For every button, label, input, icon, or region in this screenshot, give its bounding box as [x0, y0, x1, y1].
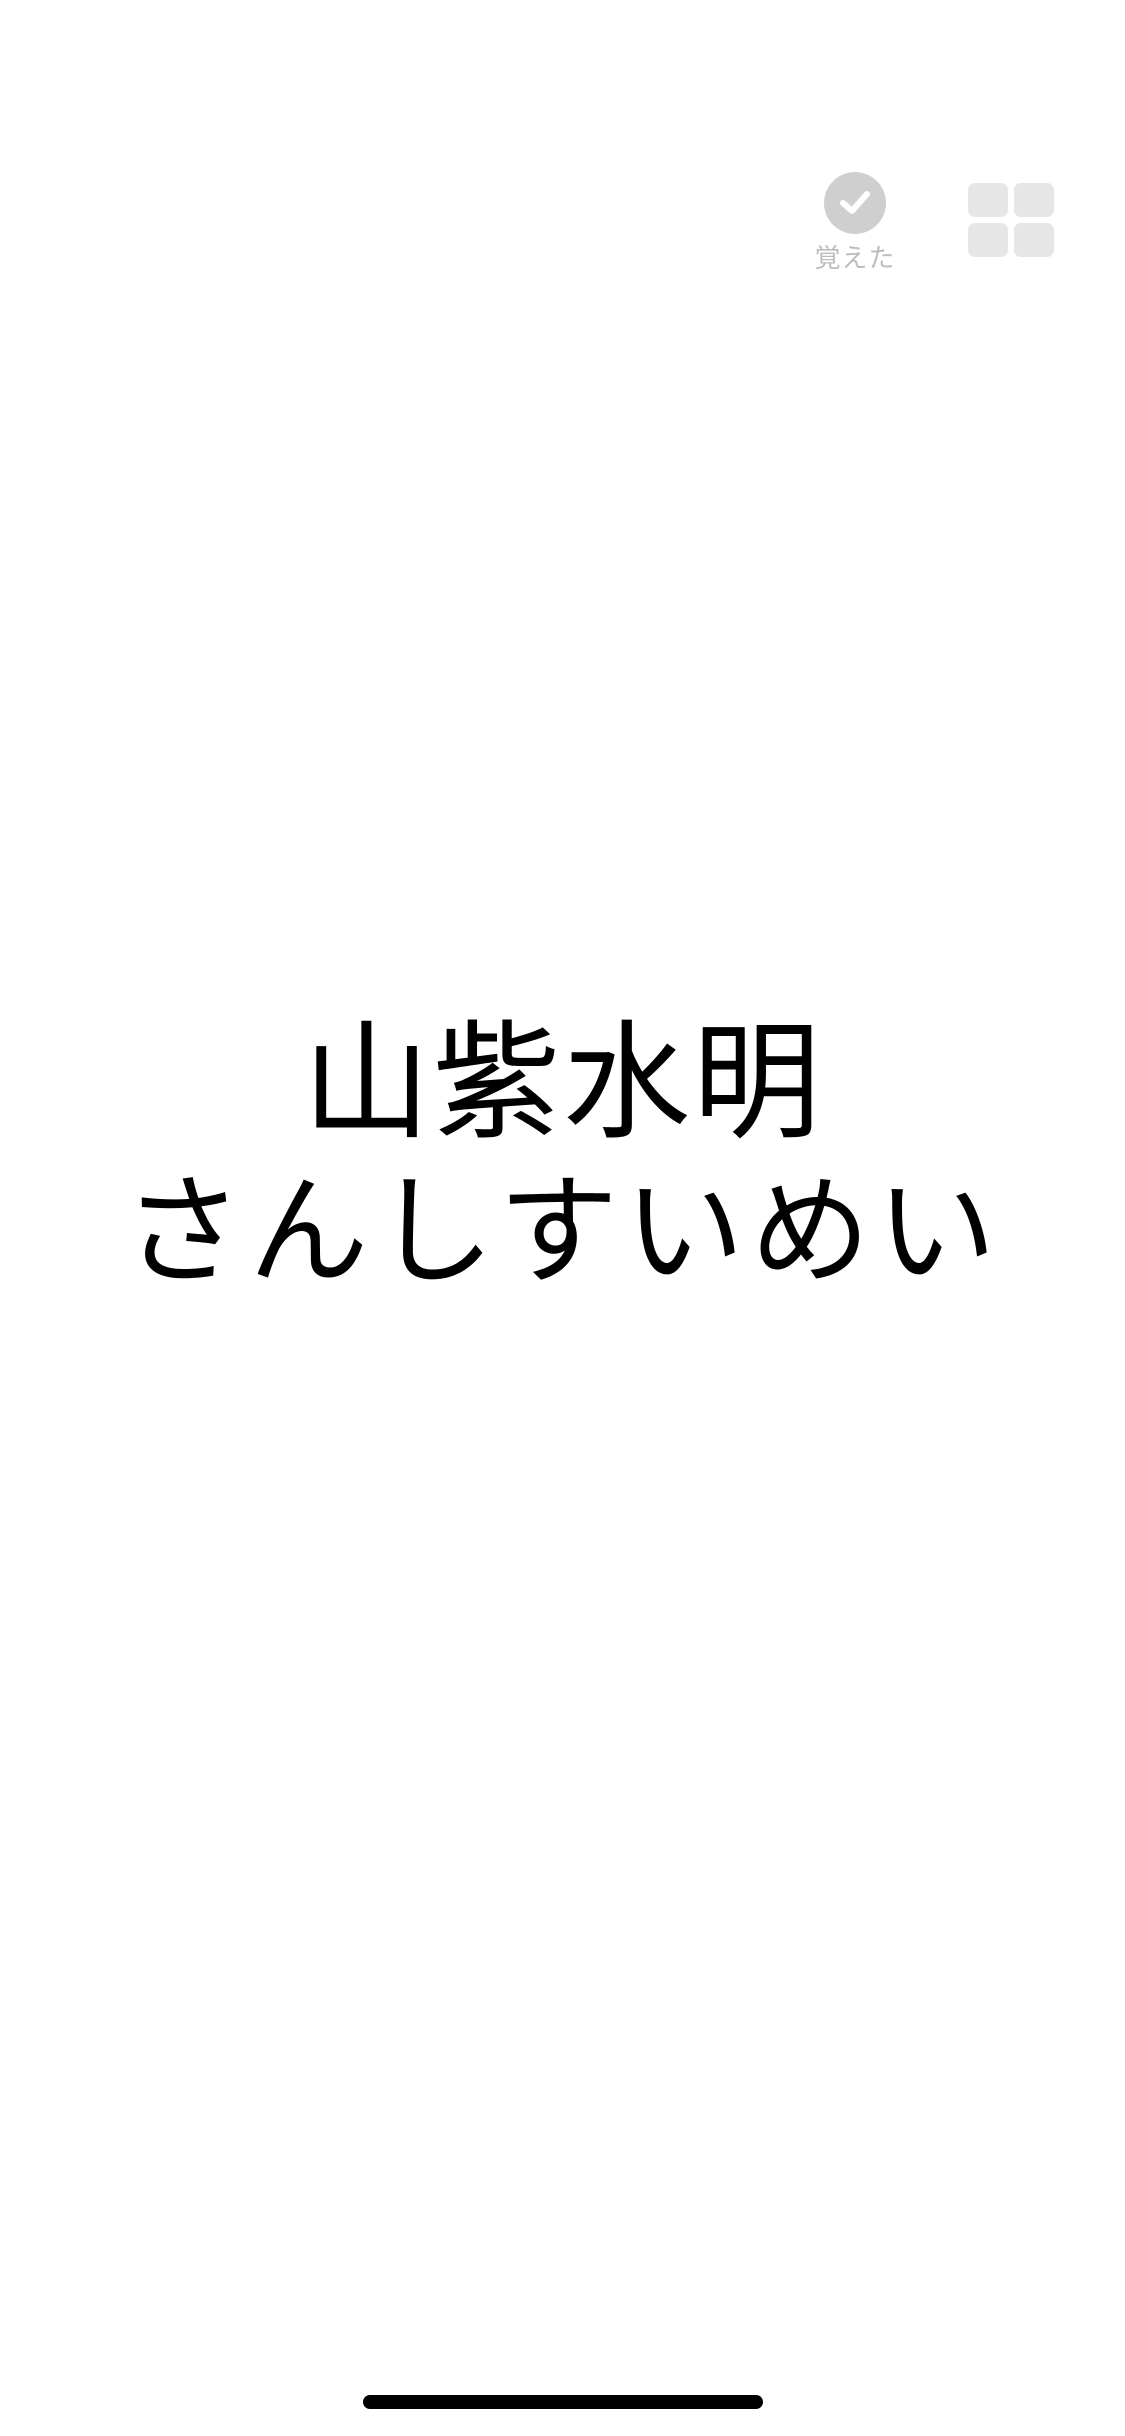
grid-icon-tile	[1014, 183, 1054, 217]
checkmark-icon	[840, 191, 870, 214]
check-circle-icon	[824, 172, 886, 234]
memorized-label: 覚えた	[814, 244, 896, 274]
flashcard[interactable]: 山紫水明 さんしすいめい	[0, 1010, 1125, 1308]
grid-icon-tile	[968, 223, 1008, 257]
home-indicator[interactable]	[363, 2395, 763, 2409]
grid-icon-tile	[1014, 223, 1054, 257]
idiom-kanji: 山紫水明	[302, 1009, 823, 1158]
flashcard-screen: 覚えた 山紫水明 さんしすいめい	[0, 0, 1125, 2436]
idiom-reading: さんしすいめい	[122, 1163, 1003, 1302]
grid-icon-tile	[968, 183, 1008, 217]
memorized-button[interactable]: 覚えた	[800, 172, 910, 292]
grid-view-button[interactable]	[968, 183, 1054, 257]
